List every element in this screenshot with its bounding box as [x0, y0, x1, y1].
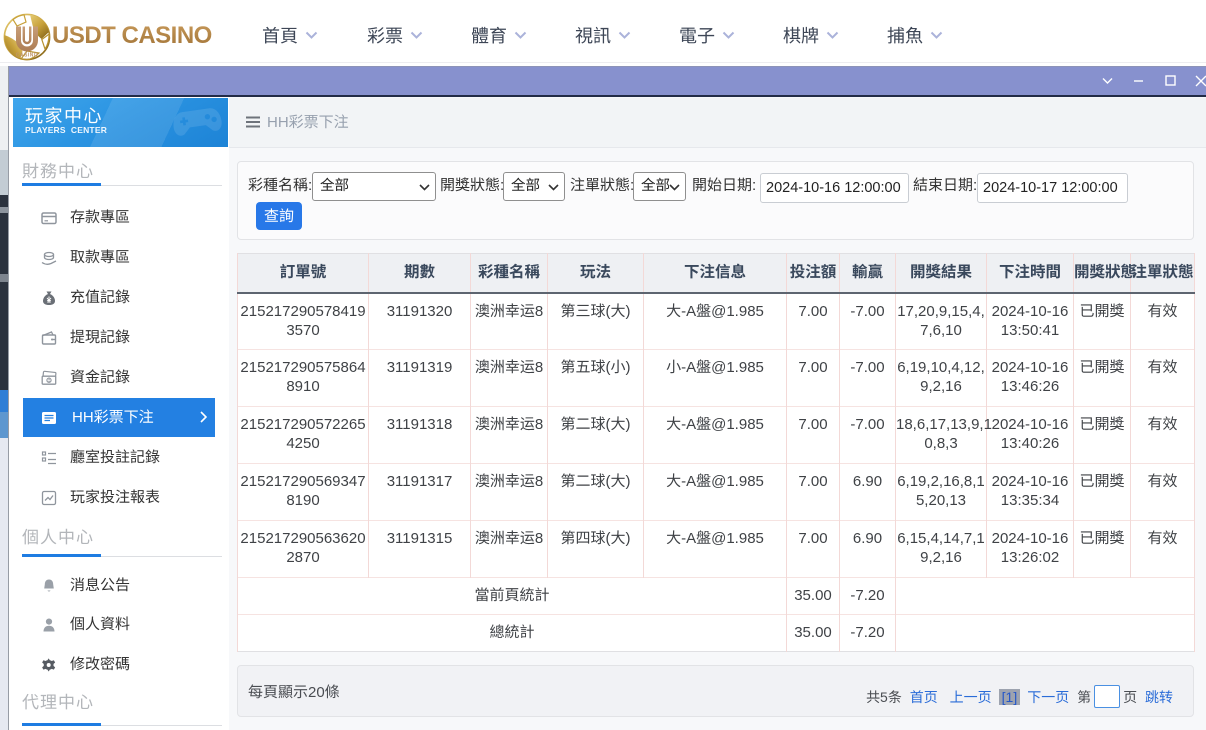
svg-text:CASINO: CASINO	[16, 53, 38, 59]
